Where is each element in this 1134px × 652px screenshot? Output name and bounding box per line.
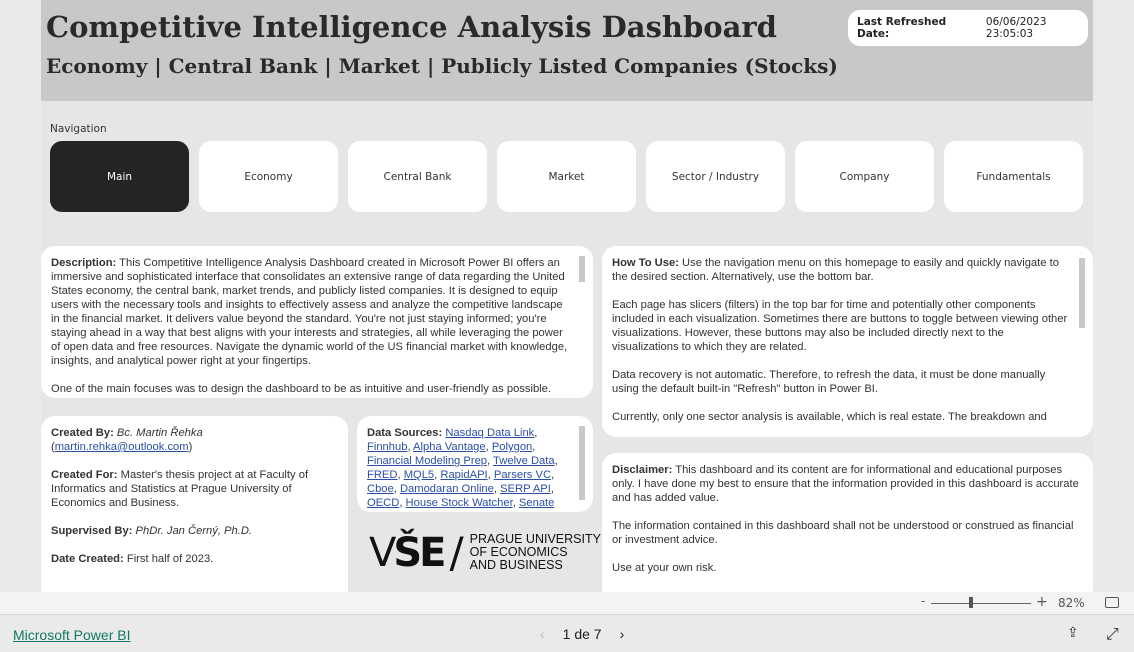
disclaimer-text-3: Use at your own risk. <box>612 562 717 574</box>
data-source-link[interactable]: OECD <box>367 497 399 509</box>
data-source-link[interactable]: Twelve Data <box>493 455 555 467</box>
howto-text: Use the navigation menu on this homepage… <box>612 257 1059 283</box>
power-bi-link[interactable]: Microsoft Power BI <box>13 627 130 643</box>
how-to-use-card: How To Use: Use the navigation menu on t… <box>602 246 1093 437</box>
data-sources-heading: Data Sources: <box>367 427 443 439</box>
fullscreen-icon[interactable]: ⤢ <box>1106 624 1119 644</box>
created-for-label: Created For: <box>51 469 118 481</box>
nav-company-button[interactable]: Company <box>795 141 934 212</box>
created-by-label: Created By: <box>51 427 114 439</box>
nav-central-bank-button[interactable]: Central Bank <box>348 141 487 212</box>
next-page-icon[interactable]: › <box>620 626 625 642</box>
zoom-in-button[interactable]: + <box>1036 594 1048 610</box>
howto-text-2: Each page has slicers (filters) in the t… <box>612 299 1068 353</box>
credits-card: Created By: Bc. Martin Řehka (martin.rehk… <box>41 416 348 592</box>
supervised-label: Supervised By: <box>51 525 133 537</box>
disclaimer-heading: Disclaimer: <box>612 464 673 476</box>
bottom-bar: Microsoft Power BI ‹ 1 de 7 › ⇪ ⤢ <box>0 615 1134 652</box>
logo-line: AND BUSINESS <box>469 558 563 572</box>
disclaimer-text: This dashboard and its content are for i… <box>612 464 1079 504</box>
scrollbar[interactable] <box>579 256 585 282</box>
logo-text: PRAGUE UNIVERSITY OF ECONOMICS AND BUSIN… <box>470 533 601 572</box>
nav-sector-industry-button[interactable]: Sector / Industry <box>646 141 785 212</box>
prev-page-icon[interactable]: ‹ <box>540 626 545 642</box>
disclaimer-card: Disclaimer: This dashboard and its conte… <box>602 453 1093 592</box>
nav-main-button[interactable]: Main <box>50 141 189 212</box>
nav-market-button[interactable]: Market <box>497 141 636 212</box>
refresh-value: 06/06/2023 23:05:03 <box>985 16 1047 40</box>
data-source-link[interactable]: Parsers VC <box>494 469 551 481</box>
howto-text-3: Data recovery is not automatic. Therefor… <box>612 369 1046 395</box>
nav-economy-button[interactable]: Economy <box>199 141 338 212</box>
data-source-link[interactable]: Financial Modeling Prep <box>367 455 487 467</box>
date-created-label: Date Created: <box>51 553 124 565</box>
zoom-out-button[interactable]: - <box>921 594 925 608</box>
data-source-link[interactable]: House Stock Watcher <box>406 497 513 509</box>
logo-mark: VŠE <box>369 529 446 576</box>
vse-logo: VŠE / PRAGUE UNIVERSITY OF ECONOMICS AND… <box>369 528 601 577</box>
page-navigator: ‹ 1 de 7 › <box>540 626 624 642</box>
navigation-label: Navigation <box>50 123 107 135</box>
fit-to-page-icon[interactable] <box>1105 597 1119 608</box>
description-card: Description: This Competitive Intelligen… <box>41 246 593 398</box>
scrollbar[interactable] <box>1079 258 1085 328</box>
data-source-link[interactable]: Polygon <box>492 441 532 453</box>
logo-slash: / <box>449 528 464 577</box>
zoom-slider-thumb[interactable] <box>969 597 973 608</box>
page-indicator: 1 de 7 <box>562 626 602 642</box>
email-link[interactable]: martin.rehka@outlook.com <box>55 441 189 453</box>
data-source-link[interactable]: FRED <box>367 469 397 481</box>
last-refreshed-card: Last Refreshed Date: 06/06/2023 23:05:03 <box>848 10 1088 46</box>
data-source-link[interactable]: Nasdaq Data Link <box>445 427 534 439</box>
data-source-link[interactable]: Kaggle <box>445 511 480 512</box>
data-source-link[interactable]: Alpha Vantage <box>413 441 486 453</box>
zoom-level: 82% <box>1058 596 1085 610</box>
report-canvas: Competitive Intelligence Analysis Dashbo… <box>41 0 1093 592</box>
scrollbar[interactable] <box>579 426 585 500</box>
description-heading: Description: <box>51 257 117 269</box>
description-text-2: One of the main focuses was to design th… <box>51 383 552 395</box>
nav-fundamentals-button[interactable]: Fundamentals <box>944 141 1083 212</box>
share-icon[interactable]: ⇪ <box>1067 625 1079 641</box>
zoom-bar: - + 82% <box>0 592 1134 615</box>
data-source-link[interactable]: RapidAPI <box>440 469 487 481</box>
data-source-link[interactable]: MQL5 <box>404 469 434 481</box>
zoom-slider[interactable] <box>931 603 1031 604</box>
page-title: Competitive Intelligence Analysis Dashbo… <box>46 10 777 44</box>
howto-heading: How To Use: <box>612 257 679 269</box>
created-by-value: Bc. Martin Řehka <box>113 427 203 439</box>
data-source-link[interactable]: Damodaran Online <box>400 483 494 495</box>
page-subtitle: Economy | Central Bank | Market | Public… <box>46 54 838 78</box>
header: Competitive Intelligence Analysis Dashbo… <box>41 0 1093 101</box>
supervised-value: PhDr. Jan Černý, Ph.D. <box>132 525 253 537</box>
description-text: This Competitive Intelligence Analysis D… <box>51 257 568 367</box>
data-source-link[interactable]: SERP API <box>500 483 551 495</box>
refresh-label: Last Refreshed Date: <box>857 16 947 40</box>
data-source-link[interactable]: Cboe <box>367 483 394 495</box>
data-source-link[interactable]: Finnhub <box>367 441 407 453</box>
date-created-value: First half of 2023. <box>123 553 214 565</box>
data-sources-card: Data Sources: Nasdaq Data Link, Finnhub,… <box>357 416 593 512</box>
howto-text-4: Currently, only one sector analysis is a… <box>612 411 1047 423</box>
navigation-menu: Main Economy Central Bank Market Sector … <box>50 141 1083 212</box>
disclaimer-text-2: The information contained in this dashbo… <box>612 520 1074 546</box>
